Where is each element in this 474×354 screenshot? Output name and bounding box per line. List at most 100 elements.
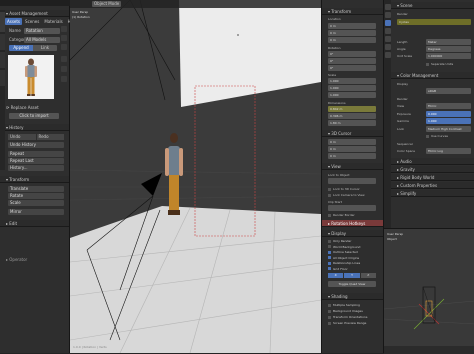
rotation-y[interactable]: 0° — [328, 58, 376, 64]
separate-units-checkbox[interactable]: Separate Units — [426, 61, 453, 67]
vertical-tab[interactable] — [0, 70, 5, 86]
tab-materials[interactable]: Materials — [42, 18, 64, 25]
redo-button[interactable]: Redo — [36, 134, 64, 140]
look-dropdown[interactable]: Medium High Contrast — [426, 126, 471, 132]
dimensions-x[interactable]: 0.842 m — [328, 106, 376, 112]
screen-preview-range-checkbox[interactable]: Screen Preview Range — [328, 320, 382, 326]
display-header[interactable]: ▾ Display — [322, 230, 383, 237]
object-mode-dropdown[interactable]: Object Mode — [92, 1, 122, 7]
settings-icon[interactable] — [61, 26, 67, 32]
dimensions-z[interactable]: 1.80 m — [328, 120, 376, 126]
vertical-tab[interactable] — [0, 52, 5, 68]
click-to-import-button[interactable]: Click to import — [9, 113, 59, 119]
rotate-button[interactable]: Rotate — [8, 193, 64, 199]
rotation-hotkeys-header[interactable]: ▸ Rotation Hotkeys — [322, 220, 383, 227]
custom-properties-header[interactable]: ▸ Custom Properties — [391, 182, 474, 189]
mini-3d-view[interactable]: User Persp Object — [383, 228, 474, 354]
name-field[interactable]: Rotation — [24, 28, 60, 34]
use-curves-checkbox[interactable]: Use Curves — [426, 133, 448, 139]
rotation-x[interactable]: 0° — [328, 51, 376, 57]
location-x[interactable]: 0 m — [328, 23, 376, 29]
replace-asset-button[interactable]: ⟳ Replace Asset — [0, 104, 69, 111]
history-header[interactable]: ▾ History — [0, 124, 69, 131]
world-background-label: World Background — [333, 244, 361, 249]
axis-y-toggle[interactable]: Y — [344, 273, 360, 278]
location-z[interactable]: 0 m — [328, 37, 376, 43]
cursor-y[interactable]: 0 m — [328, 146, 376, 152]
mirror-button[interactable]: Mirror — [8, 209, 64, 215]
simplify-title: Simplify — [400, 191, 417, 196]
only-render-label: Only Render — [333, 239, 352, 243]
3d-cursor-header[interactable]: ▾ 3D Cursor — [322, 130, 383, 137]
view-transform-dropdown[interactable]: Filmic — [426, 103, 471, 109]
transform-header[interactable]: ▾ Transform — [0, 176, 69, 183]
exposure-field[interactable]: 0.000 — [426, 111, 471, 117]
history-list-button[interactable]: History... — [8, 165, 64, 171]
axis-z-toggle[interactable]: Z — [360, 273, 376, 278]
modifiers-tab-icon[interactable] — [384, 44, 391, 50]
scale-y[interactable]: 1.000 — [328, 85, 376, 91]
render-subheader: Render — [397, 97, 408, 101]
3d-viewport[interactable]: Object Mode User Persp (1) Rotation 1.0.… — [70, 0, 321, 353]
link-button[interactable]: Link — [33, 45, 57, 51]
audio-header[interactable]: ▸ Audio — [391, 158, 474, 165]
scene-header[interactable]: ▾ Scene — [391, 2, 474, 9]
scale-button[interactable]: Scale — [8, 200, 64, 206]
translate-button[interactable]: Translate — [8, 186, 64, 192]
angle-dropdown[interactable]: Degrees — [426, 46, 471, 52]
tab-scenes[interactable]: Scenes — [23, 18, 41, 25]
display-device-dropdown[interactable]: sRGB — [426, 88, 471, 94]
cursor-z[interactable]: 0 m — [328, 153, 376, 159]
gamma-field[interactable]: 1.000 — [426, 118, 471, 124]
operator-panel[interactable]: ▸ Operator — [0, 256, 69, 263]
remove-icon[interactable] — [61, 44, 67, 50]
clip-start-field[interactable] — [328, 205, 376, 211]
rigid-body-world-header[interactable]: ▸ Rigid Body World — [391, 174, 474, 181]
unit-scale-field[interactable]: 1.000000 — [426, 53, 471, 59]
lock-camera-checkbox[interactable]: Lock Camera to View — [328, 192, 365, 198]
vertical-tab[interactable] — [0, 34, 5, 50]
shading-header[interactable]: ▾ Shading — [322, 293, 383, 300]
cursor-x[interactable]: 0 m — [328, 139, 376, 145]
object-tab-icon[interactable] — [384, 36, 391, 42]
view-transform-label: View — [397, 104, 405, 108]
axis-x-toggle[interactable]: X — [328, 273, 344, 278]
scale-z[interactable]: 1.000 — [328, 92, 376, 98]
category-dropdown[interactable]: All Models — [24, 37, 60, 43]
simplify-header[interactable]: ▸ Simplify — [391, 190, 474, 197]
asset-management-header[interactable]: ▾ Asset Management — [0, 10, 69, 17]
grid-floor-checkbox[interactable]: Grid Floor — [328, 267, 382, 273]
render-engine-dropdown[interactable]: Cycles — [397, 19, 471, 25]
toggle-quad-view-button[interactable]: Toggle Quad View — [328, 281, 376, 287]
vertical-tab[interactable] — [0, 12, 5, 32]
folder-icon[interactable] — [61, 76, 67, 82]
scene-tab-icon[interactable] — [384, 20, 391, 26]
dimensions-y[interactable]: 0.396 m — [328, 113, 376, 119]
world-tab-icon[interactable] — [384, 28, 391, 34]
append-button[interactable]: Append — [9, 45, 33, 51]
render-tab-icon[interactable] — [384, 4, 391, 10]
view-header[interactable]: ▾ View — [322, 163, 383, 170]
output-tab-icon[interactable] — [384, 12, 391, 18]
transform-panel-header[interactable]: ▾ Transform — [322, 8, 383, 15]
color-management-header[interactable]: ▾ Color Management — [391, 72, 474, 79]
scale-x[interactable]: 1.000 — [328, 78, 376, 84]
gravity-header[interactable]: ▸ Gravity — [391, 166, 474, 173]
repeat-last-button[interactable]: Repeat Last — [8, 158, 64, 164]
color-space-dropdown[interactable]: Filmic Log — [426, 148, 471, 154]
tab-assets[interactable]: Assets — [5, 18, 23, 25]
edit-header[interactable]: ▸ Edit — [0, 220, 69, 227]
material-tab-icon[interactable] — [384, 52, 391, 58]
add-icon[interactable] — [61, 35, 67, 41]
length-dropdown[interactable]: Meter — [426, 39, 471, 45]
lock-object-field[interactable] — [328, 178, 376, 184]
rotation-z[interactable]: 0° — [328, 65, 376, 71]
repeat-button[interactable]: Repeat — [8, 151, 64, 157]
location-y[interactable]: 0 m — [328, 30, 376, 36]
image-icon[interactable] — [61, 66, 67, 72]
undo-button[interactable]: Undo — [8, 134, 36, 140]
asset-preview-thumbnail[interactable] — [8, 55, 54, 99]
render-border-checkbox[interactable]: Render Border — [328, 212, 355, 218]
undo-history-button[interactable]: Undo History — [8, 142, 64, 148]
refresh-icon[interactable] — [61, 56, 67, 62]
